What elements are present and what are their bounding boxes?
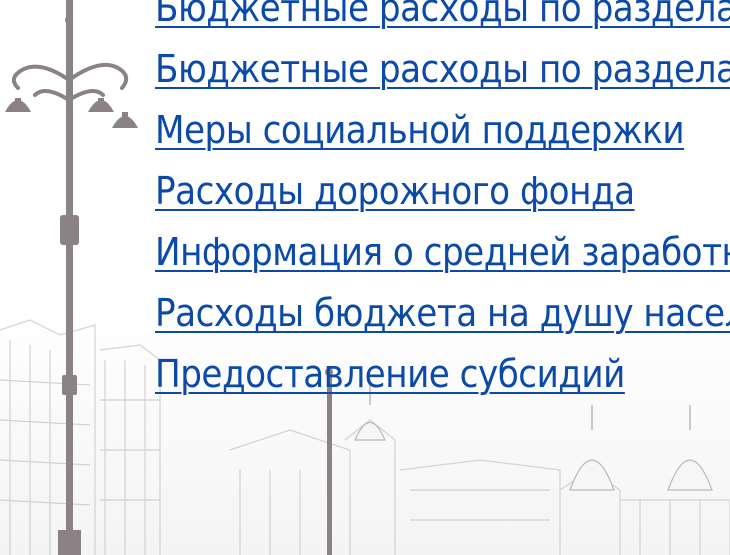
link-per-capita-expenses[interactable]: Расходы бюджета на душу населения	[155, 291, 730, 335]
list-item: Меры социальной поддержки	[155, 100, 730, 161]
page: Бюджетные расходы по разделам Бюджетные …	[0, 0, 730, 555]
list-item: Предоставление субсидий	[155, 344, 730, 405]
link-budget-expenses-by-section-2[interactable]: Бюджетные расходы по разделам	[155, 47, 730, 91]
link-subsidies[interactable]: Предоставление субсидий	[155, 352, 625, 396]
link-social-support-measures[interactable]: Меры социальной поддержки	[155, 108, 685, 152]
link-list: Бюджетные расходы по разделам Бюджетные …	[155, 0, 730, 405]
link-average-salary-info[interactable]: Информация о средней заработной плате	[155, 230, 730, 274]
link-road-fund-expenses[interactable]: Расходы дорожного фонда	[155, 169, 635, 213]
list-item: Расходы дорожного фонда	[155, 161, 730, 222]
list-item: Бюджетные расходы по разделам	[155, 39, 730, 100]
list-item: Бюджетные расходы по разделам	[155, 0, 730, 39]
list-item: Расходы бюджета на душу населения	[155, 283, 730, 344]
link-budget-expenses-by-section-1[interactable]: Бюджетные расходы по разделам	[155, 0, 730, 30]
list-item: Информация о средней заработной плате	[155, 222, 730, 283]
